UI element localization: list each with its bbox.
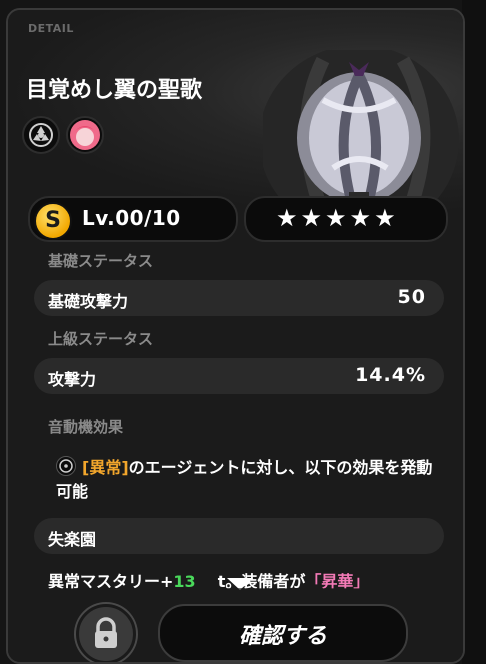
set-name: 失楽園 bbox=[48, 530, 97, 549]
rarity-stars: ★★★★★ bbox=[244, 196, 448, 242]
disc-icon bbox=[56, 456, 76, 476]
agent-avatar-icon bbox=[66, 116, 104, 154]
confirm-label: 確認する bbox=[238, 624, 327, 649]
attack-value: 14.4% bbox=[355, 364, 426, 386]
detail-panel: DETAIL 目覚めし翼の聖歌 S Lv.00/10 ★★★★★ 基礎ステータス… bbox=[6, 8, 465, 664]
lock-button[interactable] bbox=[76, 604, 136, 662]
background-strip bbox=[462, 0, 486, 664]
level-text: Lv.00/10 bbox=[82, 206, 181, 230]
page-title: 目覚めし翼の聖歌 bbox=[26, 78, 203, 103]
disc-icon bbox=[22, 116, 60, 154]
set-name-row: 失楽園 bbox=[34, 518, 444, 554]
lock-icon bbox=[95, 617, 117, 648]
attack-name: 攻撃力 bbox=[48, 370, 97, 389]
star-icon: ★★★★★ bbox=[276, 204, 399, 232]
base-attack-value: 50 bbox=[397, 286, 426, 308]
effect-label: 音動機効果 bbox=[48, 418, 124, 436]
level-display: S Lv.00/10 bbox=[28, 196, 238, 242]
advanced-status-label: 上級ステータス bbox=[48, 330, 154, 348]
confirm-button[interactable]: 確認する bbox=[158, 604, 408, 662]
rank-s-icon: S bbox=[34, 202, 72, 240]
base-status-label: 基礎ステータス bbox=[48, 252, 154, 270]
detail-tag: DETAIL bbox=[28, 22, 74, 35]
attack-row: 攻撃力 14.4% bbox=[34, 358, 444, 394]
effect-description: [異常]のエージェントに対し、以下の効果を発動可能 bbox=[56, 456, 446, 504]
effect-tag: [異常] bbox=[82, 458, 129, 477]
base-attack-row: 基礎攻撃力 50 bbox=[34, 280, 444, 316]
w-engine-artwork bbox=[263, 50, 459, 220]
base-attack-name: 基礎攻撃力 bbox=[48, 292, 129, 311]
